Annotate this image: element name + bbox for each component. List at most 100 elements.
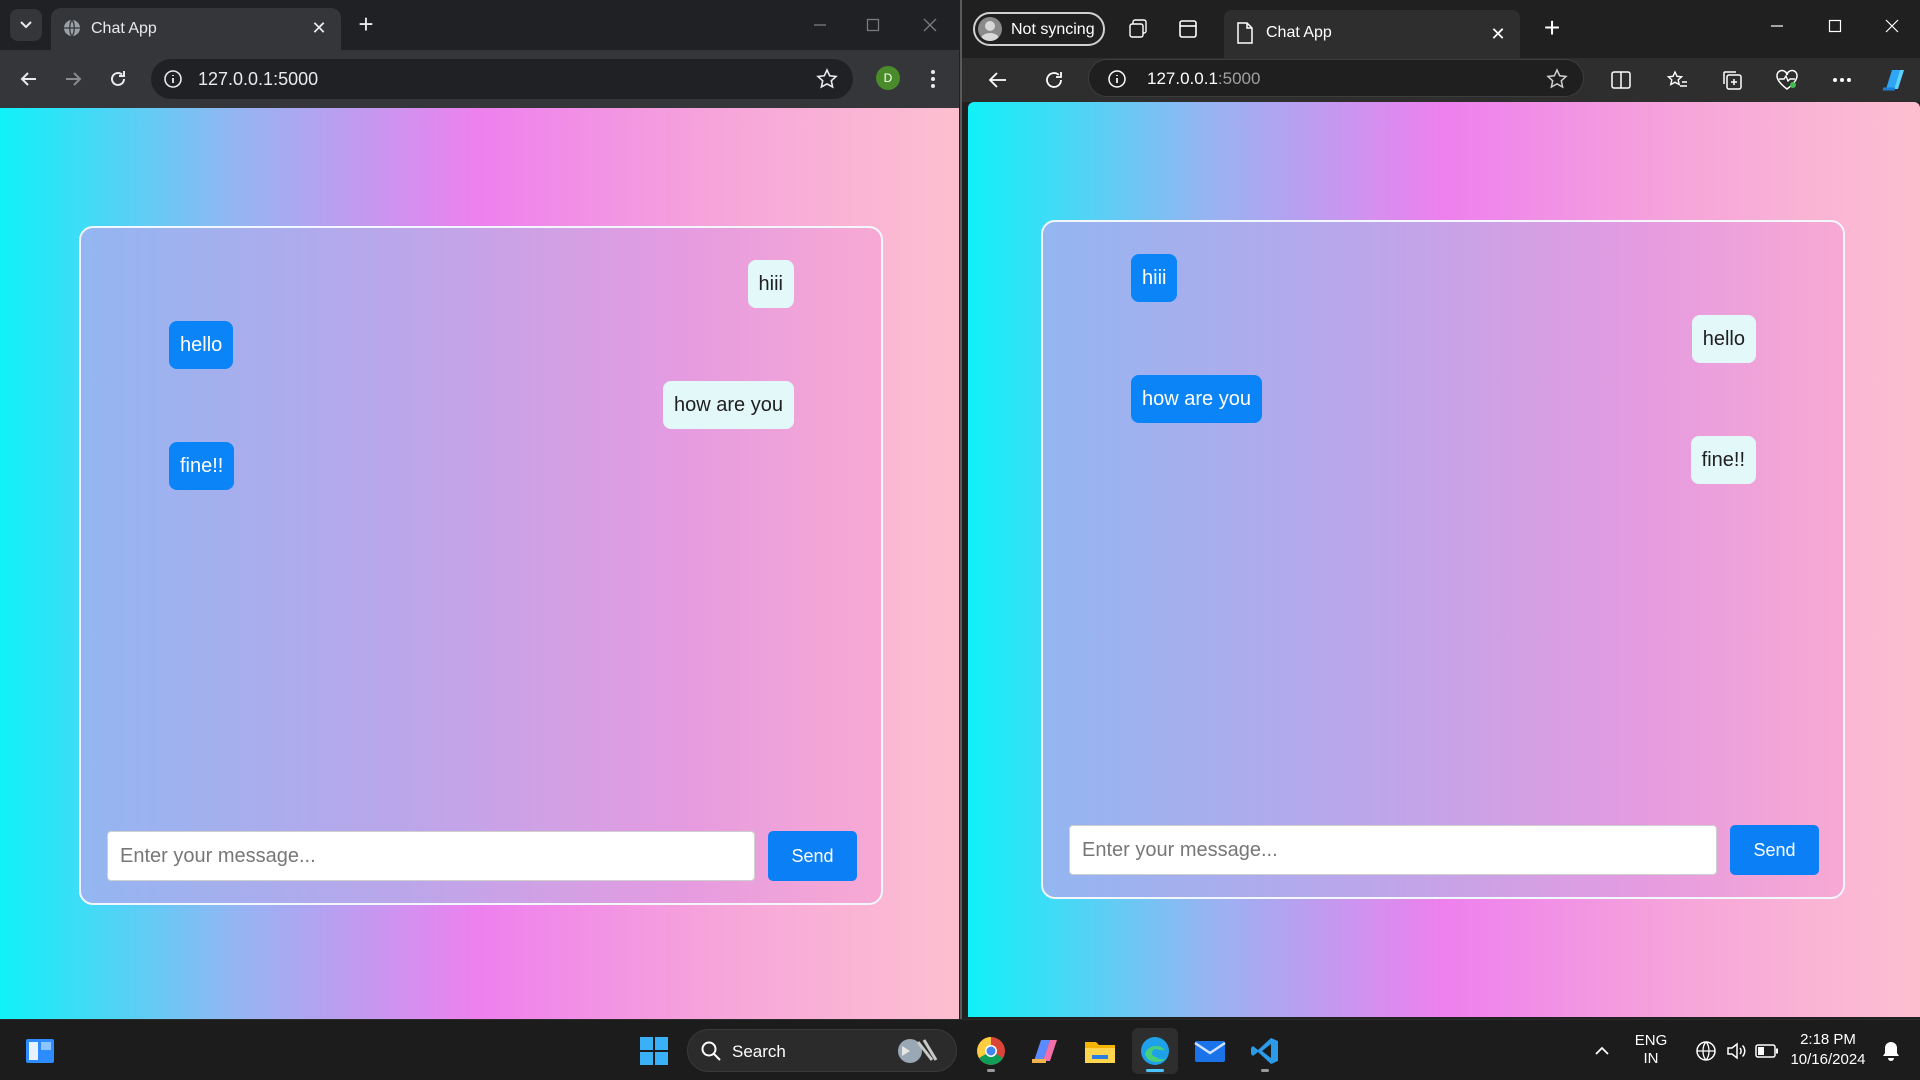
close-window-button[interactable] — [1872, 12, 1912, 40]
vscode-taskbar-icon[interactable] — [1242, 1028, 1288, 1074]
mail-taskbar-icon[interactable] — [1187, 1028, 1233, 1074]
search-icon — [701, 1041, 721, 1061]
notifications-button[interactable] — [1874, 1028, 1908, 1074]
browser-toolbar: 127.0.0.1:5000 — [962, 58, 1920, 102]
reload-button[interactable] — [103, 64, 133, 94]
chat-container: hiii hello how are you fine!! Send — [1041, 220, 1845, 899]
active-indicator — [1146, 1069, 1164, 1072]
message-input[interactable] — [1069, 825, 1717, 875]
start-button[interactable] — [631, 1028, 677, 1074]
tab-title: Chat App — [1266, 24, 1332, 41]
reload-button[interactable] — [1039, 65, 1069, 95]
message-bubble: hello — [169, 321, 234, 369]
language-code: ENG — [1634, 1032, 1668, 1049]
folder-icon — [1085, 1042, 1115, 1063]
minimize-icon — [1771, 25, 1783, 27]
copilot-taskbar-icon[interactable] — [1022, 1028, 1068, 1074]
maximize-icon — [866, 18, 880, 32]
chrome-icon — [977, 1037, 1005, 1065]
new-tab-button[interactable]: + — [352, 11, 380, 39]
copilot-button[interactable] — [1880, 66, 1908, 94]
close-window-button[interactable] — [910, 10, 950, 40]
maximize-button[interactable] — [1815, 12, 1855, 40]
url-host: 127.0.0.1 — [1147, 69, 1218, 88]
profile-button[interactable]: Not syncing — [973, 12, 1105, 46]
arrow-left-icon — [988, 72, 1006, 88]
avatar — [978, 17, 1002, 41]
close-tab-icon[interactable]: ✕ — [307, 16, 331, 40]
minimize-button[interactable] — [800, 10, 840, 40]
favorites-button[interactable] — [1663, 66, 1691, 94]
heart-pulse-icon — [1776, 69, 1798, 90]
split-screen-button[interactable] — [1607, 66, 1635, 94]
new-tab-button[interactable]: + — [1537, 14, 1567, 44]
taskbar-search[interactable]: Search — [687, 1029, 957, 1072]
tab-strip: Chat App ✕ + — [0, 0, 959, 50]
settings-more-button[interactable] — [1828, 66, 1856, 94]
close-icon — [923, 18, 937, 32]
close-tab-icon[interactable]: ✕ — [1486, 22, 1510, 46]
forward-button[interactable] — [58, 64, 88, 94]
clock[interactable]: 2:18 PM 10/16/2024 — [1780, 1030, 1876, 1070]
split-screen-icon — [1611, 71, 1631, 89]
bookmark-star-icon[interactable] — [815, 67, 839, 91]
maximize-button[interactable] — [853, 10, 893, 40]
minimize-icon — [814, 24, 826, 26]
clock-time: 2:18 PM — [1800, 1031, 1856, 1048]
back-button[interactable] — [983, 65, 1013, 95]
workspaces-button[interactable] — [1125, 16, 1151, 42]
collections-button[interactable] — [1718, 66, 1746, 94]
taskbar: Search ENG IN 2:18 PM 10/16/2024 — [0, 1019, 1920, 1080]
tab-chat-app[interactable]: Chat App ✕ — [51, 8, 341, 50]
back-button[interactable] — [14, 64, 44, 94]
more-menu-button[interactable] — [920, 64, 946, 94]
arrow-right-icon — [66, 72, 82, 86]
url-text[interactable]: 127.0.0.1:5000 — [1147, 69, 1260, 89]
message-input[interactable] — [107, 831, 755, 881]
running-indicator — [1261, 1069, 1269, 1072]
desktop-screen: Chat App ✕ + 127.0.0.1:5000 D hiii hello… — [0, 0, 1920, 1080]
page-viewport: hiii hello how are you fine!! Send — [0, 108, 959, 1019]
maximize-icon — [1828, 19, 1842, 33]
edge-icon — [1141, 1037, 1169, 1065]
reload-icon — [111, 71, 125, 86]
show-hidden-icons-button[interactable] — [1580, 1028, 1624, 1074]
battery-icon — [1755, 1044, 1778, 1058]
chrome-window: Chat App ✕ + 127.0.0.1:5000 D hiii hello… — [0, 0, 959, 1019]
send-button[interactable]: Send — [768, 831, 857, 881]
send-button[interactable]: Send — [1730, 825, 1819, 875]
address-bar[interactable]: 127.0.0.1:5000 — [151, 59, 853, 99]
tab-chat-app[interactable]: Chat App ✕ — [1224, 10, 1520, 58]
file-explorer-taskbar-icon[interactable] — [1077, 1028, 1123, 1074]
address-bar[interactable]: 127.0.0.1:5000 — [1088, 59, 1584, 97]
globe-icon — [64, 19, 80, 37]
person-icon — [981, 21, 999, 41]
message-bubble: how are you — [663, 381, 794, 429]
widgets-button[interactable] — [17, 1028, 63, 1074]
clock-date: 10/16/2024 — [1790, 1051, 1866, 1068]
browser-toolbar: 127.0.0.1:5000 D — [0, 50, 959, 108]
input-language-indicator[interactable]: ENG IN — [1630, 1032, 1672, 1068]
close-icon — [1885, 19, 1899, 33]
edge-taskbar-icon[interactable] — [1132, 1028, 1178, 1074]
site-info-icon[interactable] — [163, 69, 183, 89]
message-bubble: hiii — [747, 260, 794, 308]
profile-label: Not syncing — [1011, 21, 1095, 38]
edge-window: Not syncing Chat App ✕ + 127.0.0.1:5000 — [960, 0, 1920, 1019]
site-info-icon[interactable] — [1107, 69, 1127, 89]
collections-icon — [1723, 71, 1742, 90]
kebab-menu-icon — [931, 70, 935, 88]
favorite-star-icon[interactable] — [1545, 67, 1569, 91]
running-indicator — [987, 1069, 995, 1072]
reload-icon — [1046, 72, 1062, 88]
search-highlight-icon — [898, 1039, 938, 1063]
quick-settings-button[interactable] — [1682, 1028, 1792, 1074]
url-text[interactable]: 127.0.0.1:5000 — [198, 69, 318, 90]
profile-avatar[interactable]: D — [876, 66, 900, 90]
chevron-down-icon — [20, 21, 32, 29]
tab-search-button[interactable] — [10, 9, 42, 41]
tab-actions-button[interactable] — [1175, 16, 1201, 42]
chrome-taskbar-icon[interactable] — [968, 1028, 1014, 1074]
browser-essentials-button[interactable] — [1773, 66, 1801, 94]
minimize-button[interactable] — [1757, 12, 1797, 40]
